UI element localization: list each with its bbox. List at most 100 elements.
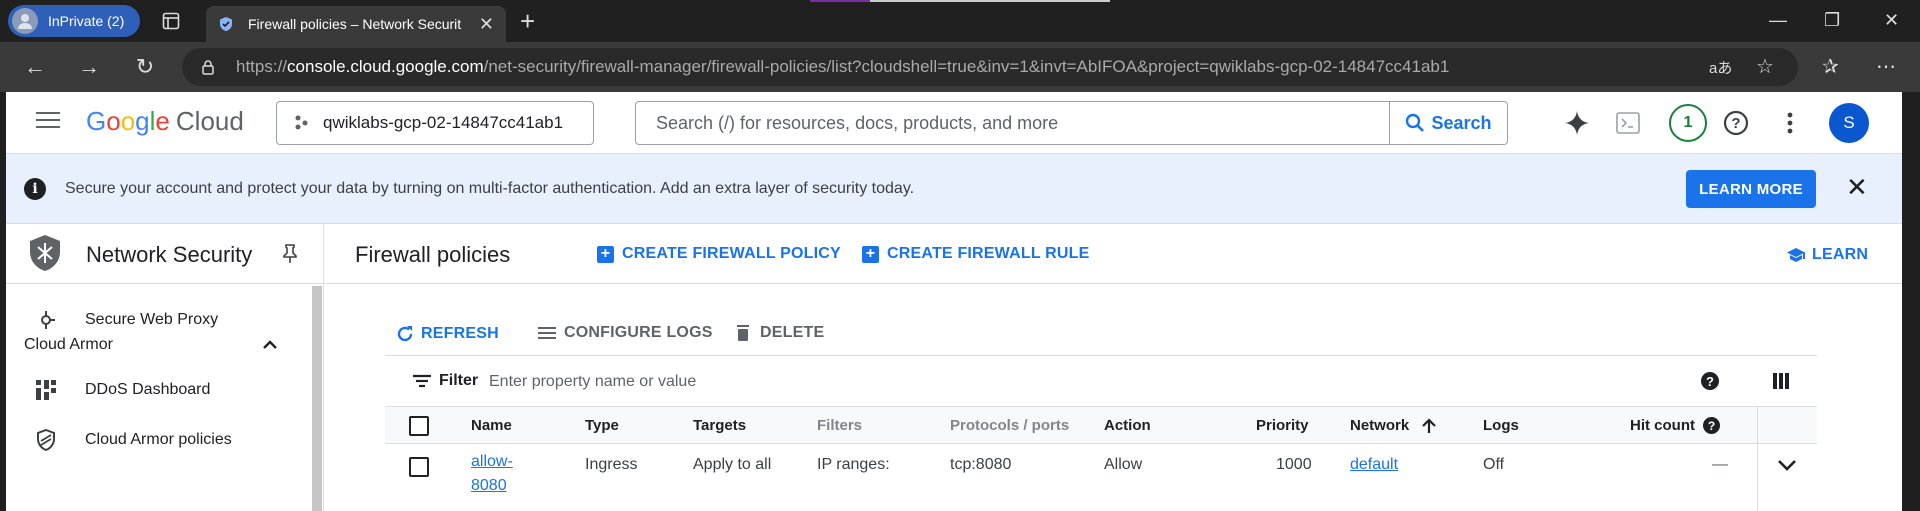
col-network-label: Network [1350,417,1410,434]
column-divider [1757,407,1758,511]
select-all-checkbox[interactable] [409,416,429,436]
cell-type: Ingress [585,456,638,473]
banner-message: Secure your account and protect your dat… [65,180,915,197]
site-info-lock-icon[interactable] [200,59,216,75]
filter-icon [413,374,431,388]
restore-icon[interactable]: ❐ [1824,10,1840,31]
rule-name-line2[interactable]: 8080 [471,477,507,494]
reload-icon[interactable]: ↻ [130,52,160,82]
filter-help-icon[interactable]: ? [1701,372,1719,390]
filter-button[interactable]: Filter [413,372,478,390]
cell-targets: Apply to all [693,456,772,473]
forward-icon[interactable]: → [74,52,104,82]
plus-icon: + [597,245,614,263]
cell-priority: 1000 [1276,456,1312,473]
search-bar[interactable]: Search (/) for resources, docs, products… [635,101,1508,145]
mfa-banner: i Secure your account and protect your d… [6,154,1902,224]
filter-bar[interactable]: Filter Enter property name or value ? [385,355,1817,407]
cloud-shell-icon[interactable] [1614,109,1642,137]
browser-tab-bar: InPrivate (2) Firewall policies – Networ… [0,0,1920,42]
profile-avatar-icon [12,8,38,34]
create-firewall-policy-button[interactable]: + CREATE FIREWALL POLICY [597,245,841,263]
learn-more-button[interactable]: LEARN MORE [1686,170,1816,208]
col-network[interactable]: Network [1350,417,1437,434]
tab-actions-icon[interactable] [160,10,182,32]
inprivate-profile-button[interactable]: InPrivate (2) [8,5,140,37]
project-picker[interactable]: qwiklabs-gcp-02-14847cc41ab1 [276,101,594,145]
more-options-icon[interactable] [1776,109,1804,137]
refresh-icon [397,326,413,342]
button-label: DELETE [760,324,825,341]
button-label: CREATE FIREWALL POLICY [622,245,841,262]
main-content: Firewall policies + CREATE FIREWALL POLI… [325,224,1902,511]
learn-button[interactable]: LEARN [1786,246,1868,264]
rule-name-line1[interactable]: allow- [471,453,513,470]
pin-icon[interactable] [282,244,298,264]
favorites-list-icon[interactable]: ✰ [1822,54,1839,79]
trash-icon [737,325,749,341]
col-type[interactable]: Type [585,417,619,434]
col-name[interactable]: Name [471,417,512,434]
table-row[interactable]: allow- 8080 Ingress Apply to all IP rang… [385,444,1817,511]
col-priority[interactable]: Priority [1256,417,1309,434]
account-avatar[interactable]: S [1829,103,1869,143]
sidebar-item-label: Secure Web Proxy [85,311,219,328]
network-link-label[interactable]: default [1350,456,1398,473]
filter-input[interactable]: Enter property name or value [489,373,696,391]
tab-strip-accent [810,0,870,2]
refresh-button[interactable]: REFRESH [395,324,499,344]
cell-action: Allow [1104,456,1143,473]
search-button[interactable]: Search [1389,102,1507,144]
button-label: REFRESH [421,325,499,342]
product-title: Network Security [86,242,253,267]
col-logs[interactable]: Logs [1483,417,1519,434]
page-header: Firewall policies + CREATE FIREWALL POLI… [325,224,1902,284]
sidebar-item-ddos-dashboard[interactable]: DDoS Dashboard [6,370,306,410]
banner-close-icon[interactable]: ✕ [1846,174,1868,200]
col-targets[interactable]: Targets [693,417,746,434]
col-filters: Filters [817,417,863,434]
favorite-star-icon[interactable]: ☆ [1756,54,1774,79]
tab-firewall-policies[interactable]: Firewall policies – Network Securit ✕ [206,6,506,42]
col-hit-count[interactable]: Hit count ? [1630,417,1720,434]
col-action[interactable]: Action [1104,417,1151,434]
google-cloud-logo[interactable]: Google Cloud [86,106,244,137]
tab-close-icon[interactable]: ✕ [479,14,494,35]
configure-logs-button[interactable]: CONFIGURE LOGS [538,324,713,342]
gemini-sparkle-icon[interactable] [1563,109,1591,137]
sidebar-scrollbar[interactable] [312,286,322,511]
back-icon[interactable]: ← [20,52,50,82]
tab-title: Firewall policies – Network Securit [248,16,462,32]
row-checkbox[interactable] [409,457,429,477]
new-tab-icon[interactable]: + [520,8,535,34]
network-security-favicon-icon [220,17,232,31]
browser-menu-icon[interactable]: ⋯ [1876,54,1896,79]
network-link[interactable]: default [1350,456,1398,474]
chevron-up-icon[interactable] [262,338,278,350]
search-input[interactable]: Search (/) for resources, docs, products… [636,113,1389,134]
minimize-icon[interactable]: — [1769,10,1787,31]
sidebar-item-secure-web-proxy[interactable]: Secure Web Proxy [6,300,306,340]
button-label: CONFIGURE LOGS [564,324,713,341]
section-cloud-armor-label[interactable]: Cloud Armor [24,336,113,354]
col-protocols: Protocols / ports [950,417,1070,434]
url-field[interactable]: https://console.cloud.google.com/net-sec… [182,48,1798,86]
sort-ascending-icon[interactable] [1421,417,1437,434]
expand-row-chevron-down-icon[interactable] [1777,458,1797,472]
sidebar-item-cloud-armor-policies[interactable]: Cloud Armor policies [6,420,306,460]
column-display-options-icon[interactable] [1773,373,1789,389]
hit-count-help-icon[interactable]: ? [1703,417,1720,434]
logo-google: Google [86,106,170,136]
rule-name-link[interactable]: allow- 8080 [471,450,513,498]
sidebar-item-label: Cloud Armor policies [85,431,232,448]
delete-button[interactable]: DELETE [736,324,824,342]
filter-label: Filter [439,372,479,389]
main-menu-icon[interactable] [36,112,60,130]
notifications-badge[interactable]: 1 [1669,104,1707,142]
window-close-icon[interactable]: ✕ [1884,10,1899,31]
col-hit-count-label: Hit count [1630,417,1695,434]
help-icon[interactable]: ? [1722,109,1750,137]
page-title: Firewall policies [355,242,511,267]
read-aloud-icon[interactable]: aあ [1709,57,1732,78]
create-firewall-rule-button[interactable]: + CREATE FIREWALL RULE [862,245,1090,263]
